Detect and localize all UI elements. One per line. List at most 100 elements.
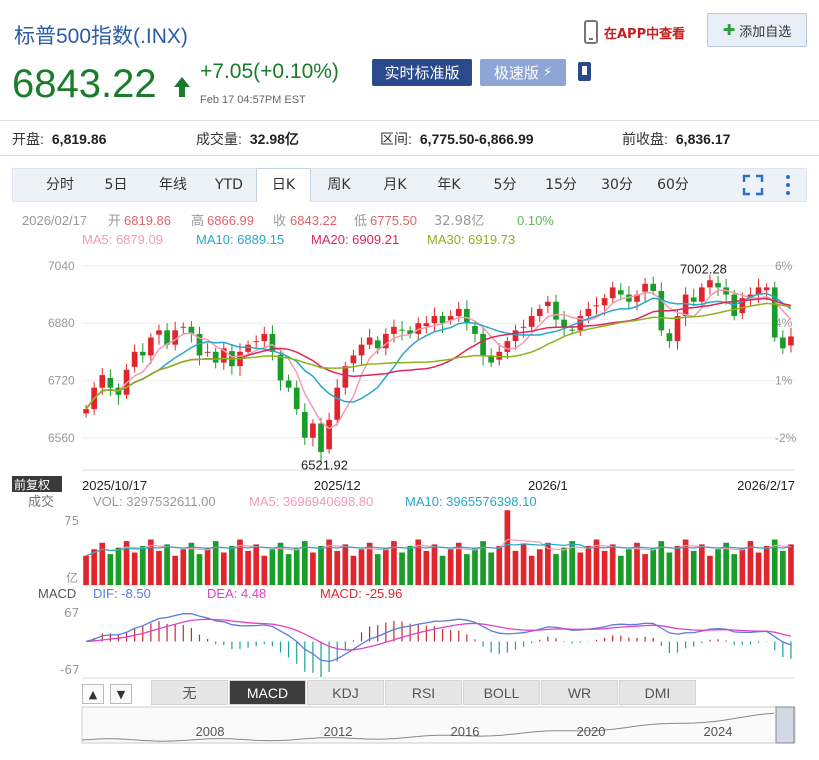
tab-5day[interactable]: 5日 <box>91 169 141 202</box>
candle-body <box>342 366 349 388</box>
macd-label: MACD <box>38 586 76 601</box>
volume-bar <box>188 542 195 585</box>
volume-bar <box>585 546 592 585</box>
tab-daily-k[interactable]: 日K <box>256 168 311 202</box>
candle-body <box>407 330 413 334</box>
navigator-year-label: 2012 <box>324 724 353 739</box>
navigator-frame <box>81 706 796 744</box>
tab-5min[interactable]: 5分 <box>479 169 531 202</box>
macd-panel <box>82 612 795 679</box>
candle-body <box>164 330 170 345</box>
volume-bar <box>520 544 527 585</box>
tab-ytd[interactable]: YTD <box>203 169 255 202</box>
indicator-tab-kdj[interactable]: KDJ <box>307 680 384 705</box>
indicator-tab-boll[interactable]: BOLL <box>463 680 540 705</box>
volume-bar <box>229 546 235 585</box>
candle-body <box>139 351 146 356</box>
volume-bar <box>488 552 495 585</box>
candle-body <box>204 351 211 353</box>
candle-body <box>528 316 535 327</box>
volume-bar <box>715 549 721 585</box>
volume-bar <box>561 547 567 585</box>
info-pct: 0.10% <box>517 213 554 228</box>
indicator-tab-none[interactable]: 无 <box>151 680 228 705</box>
volume-bar <box>504 510 511 585</box>
volume-bar <box>269 549 276 585</box>
y-tick-label: 7040 <box>48 259 75 273</box>
volume-bar <box>285 554 292 585</box>
plus-icon: ✚ <box>722 21 736 39</box>
volume-bar <box>650 547 657 585</box>
volume-bar <box>682 539 689 585</box>
phone-icon <box>584 20 598 44</box>
pct-tick-label: 6% <box>775 259 793 273</box>
volume-bar <box>634 542 640 585</box>
navigator-years: 2008 2012 2016 2020 2024 <box>196 724 733 739</box>
volume-bar <box>334 550 341 585</box>
volume-bar <box>131 552 138 585</box>
tab-30min[interactable]: 30分 <box>591 169 643 202</box>
info-open: 6819.86 <box>124 213 171 228</box>
candle-body <box>318 423 324 453</box>
candle-body <box>423 323 430 327</box>
indicator-tab-wr[interactable]: WR <box>541 680 618 705</box>
volume-label: 成交 <box>28 494 54 510</box>
realtime-standard-button[interactable]: 实时标准版 <box>372 59 472 86</box>
x-axis-labels: 2025/10/17 2025/12 2026/1 2026/2/17 <box>82 478 795 493</box>
candle-body <box>569 329 576 331</box>
candle-body <box>472 326 478 334</box>
tab-weekly-k[interactable]: 周K <box>313 169 365 202</box>
candle-body <box>593 305 600 307</box>
candle-body <box>123 369 130 395</box>
info-high: 6866.99 <box>207 213 254 228</box>
add-watchlist-button[interactable]: ✚ 添加自选 <box>707 13 807 47</box>
volume-bar <box>301 541 308 585</box>
volume-bar <box>739 547 746 585</box>
pct-tick-label: 1% <box>775 373 793 387</box>
tab-yearly-k[interactable]: 年K <box>423 169 475 202</box>
volume-bar <box>423 550 430 585</box>
tab-monthly-k[interactable]: 月K <box>369 169 421 202</box>
zoom-out-button[interactable]: ▼ <box>110 684 132 704</box>
volume-bar <box>723 542 729 585</box>
open-in-app-link[interactable]: 在APP中查看 <box>584 18 685 46</box>
candle-body <box>83 409 89 414</box>
tab-15min[interactable]: 15分 <box>535 169 587 202</box>
volume-bar <box>431 544 438 585</box>
volume-bar <box>277 542 284 585</box>
fullscreen-icon[interactable] <box>742 174 764 196</box>
volume-bar <box>326 539 332 585</box>
x-axis-label: 2025/12 <box>314 478 361 493</box>
indicator-tab-rsi[interactable]: RSI <box>385 680 462 705</box>
volume-bar <box>658 541 665 585</box>
legend-ma20: MA20: 6909.21 <box>311 232 399 247</box>
tab-year-line[interactable]: 年线 <box>145 169 201 202</box>
tab-60min[interactable]: 60分 <box>647 169 699 202</box>
candle-body <box>577 316 584 331</box>
info-date: 2026/02/17 <box>22 213 87 228</box>
more-menu-icon[interactable] <box>784 174 792 196</box>
candle-body <box>415 323 422 334</box>
indicator-tab-dmi[interactable]: DMI <box>619 680 696 705</box>
candle-body <box>553 301 559 320</box>
candle-body <box>690 297 697 302</box>
zoom-in-button[interactable]: ▲ <box>82 684 104 704</box>
indicator-tab-macd[interactable]: MACD <box>229 680 306 705</box>
fast-version-button[interactable]: 极速版 ⚡ <box>480 59 566 86</box>
volume-bar <box>261 555 268 585</box>
volume-bar <box>731 554 738 585</box>
candle-body <box>285 380 292 388</box>
volume-bar <box>536 549 543 585</box>
mobile-icon[interactable] <box>578 62 591 81</box>
candle-body <box>245 344 251 352</box>
volume-bar <box>91 549 97 585</box>
volume-bar <box>350 555 357 585</box>
tab-intraday[interactable]: 分时 <box>33 169 87 202</box>
volume-bar <box>455 542 462 585</box>
volume-bar <box>293 547 300 585</box>
candle-body <box>488 355 495 363</box>
volume-ma5-line <box>85 538 791 557</box>
candle-body <box>237 351 243 367</box>
volume-bar <box>237 539 243 585</box>
candle-body <box>196 333 203 356</box>
